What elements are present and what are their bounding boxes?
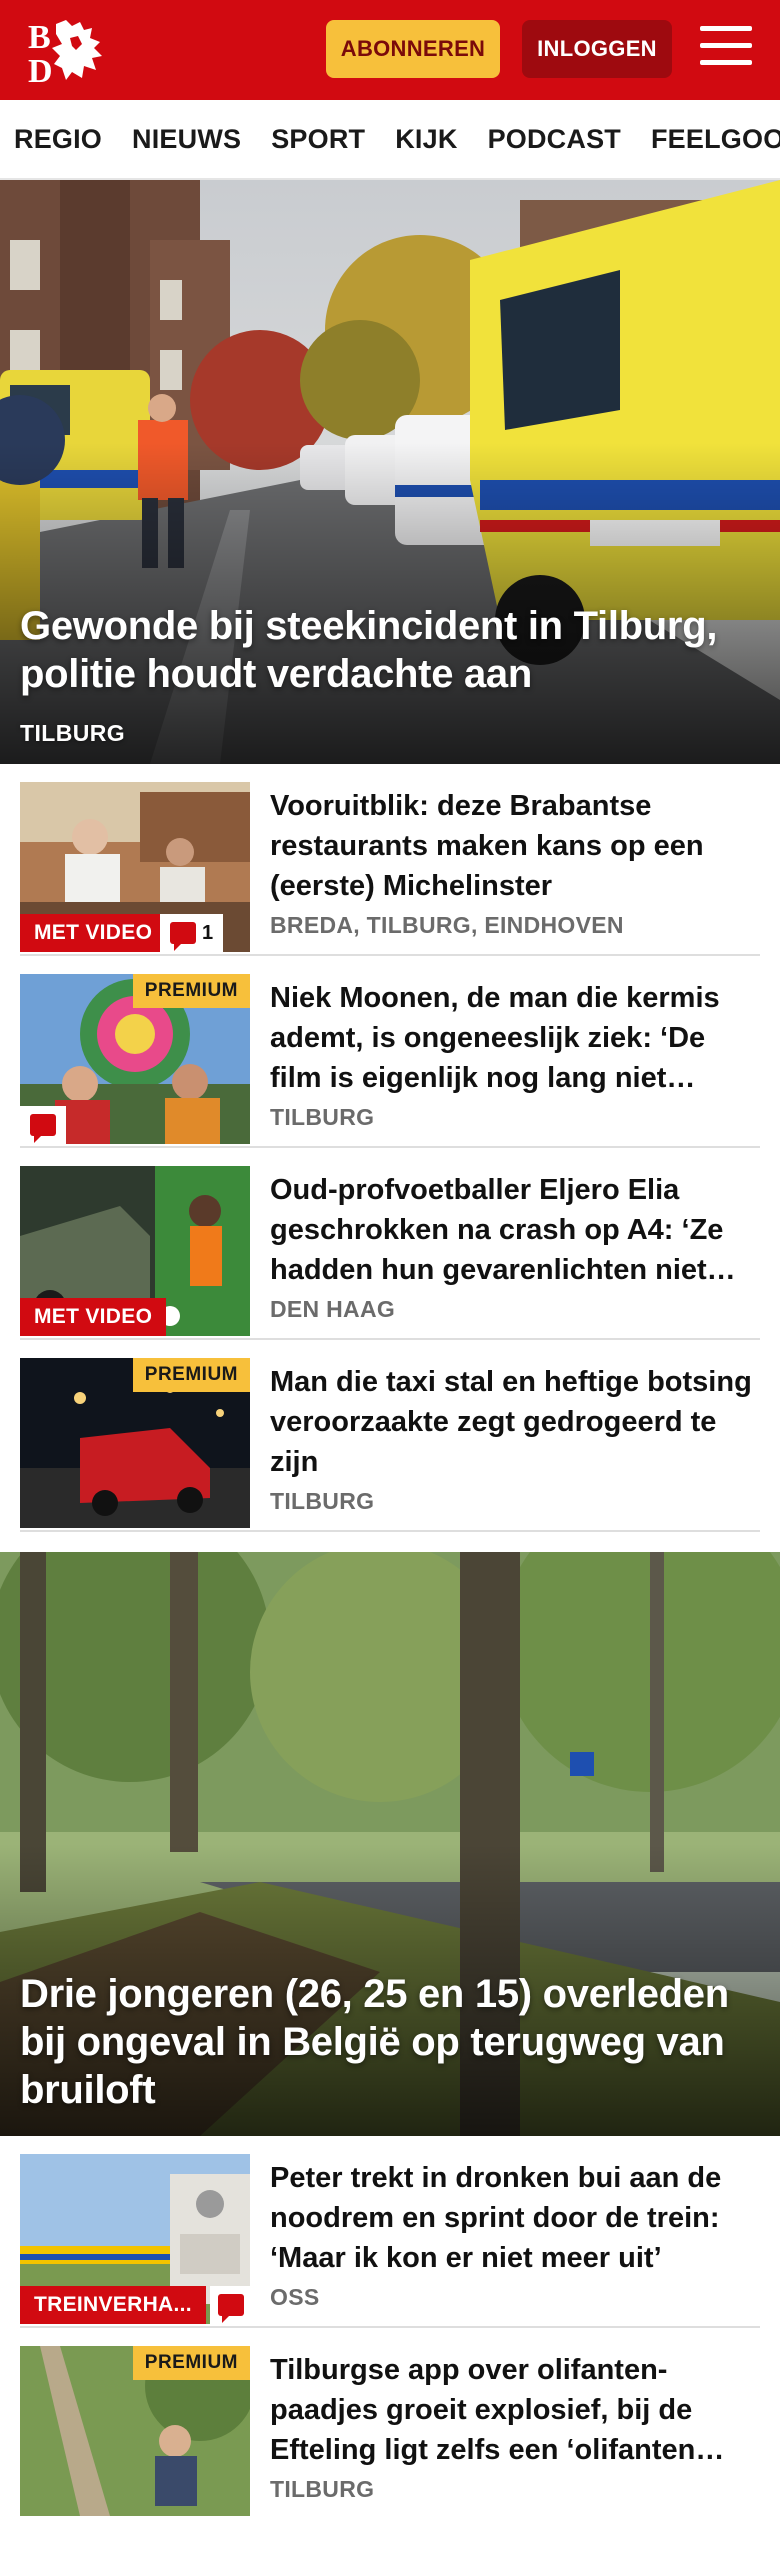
comment-badge[interactable] — [210, 2286, 250, 2324]
bd-logo[interactable]: B D — [26, 16, 116, 90]
video-badge: MET VIDEO — [20, 914, 167, 952]
premium-badge: PREMIUM — [132, 2346, 250, 2380]
category-tag-badge: TREINVERHA... — [20, 2286, 206, 2324]
article-thumbnail: TREINVERHA... — [20, 2154, 250, 2324]
nav-item-nieuws[interactable]: NIEUWS — [132, 124, 241, 155]
article-location: TILBURG — [270, 1104, 375, 1130]
top-bar: B D ABONNEREN INLOGGEN — [0, 0, 780, 100]
nav-item-kijk[interactable]: KIJK — [395, 124, 457, 155]
nav-item-regio[interactable]: REGIO — [14, 124, 102, 155]
article-row[interactable]: MET VIDEO 1 Vooruitblik: deze Brabantse … — [20, 764, 760, 956]
comment-icon — [218, 2294, 244, 2323]
article-title[interactable]: Man die taxi stal en heftige botsing ver… — [270, 1362, 760, 1482]
subscribe-button[interactable]: ABONNEREN — [326, 20, 500, 78]
premium-badge: PREMIUM — [132, 1358, 250, 1392]
hero-article-ongeval-belgie[interactable]: Drie jongeren (26, 25 en 15) overleden b… — [0, 1552, 780, 2136]
comment-count-badge[interactable]: 1 — [160, 914, 224, 952]
article-thumbnail: PREMIUM — [20, 974, 250, 1144]
article-location: OSS — [270, 2284, 320, 2310]
comment-badge[interactable] — [20, 1106, 66, 1144]
article-location: TILBURG — [270, 2476, 375, 2502]
article-title[interactable]: Vooruitblik: deze Brabantse restaurants … — [270, 786, 760, 906]
svg-text:D: D — [28, 53, 53, 86]
login-button[interactable]: INLOGGEN — [522, 20, 672, 78]
article-location: DEN HAAG — [270, 1296, 396, 1322]
section-nav: REGIO NIEUWS SPORT KIJK PODCAST FEELGOOD — [0, 100, 780, 180]
article-title[interactable]: Tilburgse app over olifanten-paadjes gro… — [270, 2350, 760, 2470]
article-title[interactable]: Oud-profvoetballer Eljero Elia geschrokk… — [270, 1170, 760, 1290]
article-row[interactable]: TREINVERHA... Peter trekt in dronken bui… — [20, 2136, 760, 2328]
article-row[interactable]: PREMIUM Niek Moonen, de man die kermis a… — [20, 956, 760, 1148]
comment-icon — [170, 922, 196, 951]
article-thumbnail: MET VIDEO — [20, 1166, 250, 1336]
article-row[interactable]: PREMIUM Tilburgse app over olifanten-paa… — [20, 2328, 760, 2520]
nav-item-podcast[interactable]: PODCAST — [488, 124, 621, 155]
svg-text:B: B — [28, 19, 51, 56]
video-badge: MET VIDEO — [20, 1298, 167, 1336]
article-row[interactable]: MET VIDEO Oud-profvoetballer Eljero Elia… — [20, 1148, 760, 1340]
article-title[interactable]: Niek Moonen, de man die kermis ademt, is… — [270, 978, 760, 1098]
comment-icon — [30, 1114, 56, 1143]
hero-title[interactable]: Gewonde bij steekincident in Tilburg, po… — [20, 602, 756, 698]
premium-badge: PREMIUM — [132, 974, 250, 1008]
nav-item-sport[interactable]: SPORT — [271, 124, 365, 155]
nav-item-feelgood[interactable]: FEELGOOD — [651, 124, 780, 155]
article-location: TILBURG — [270, 1488, 375, 1514]
hero-article-steekincident[interactable]: Gewonde bij steekincident in Tilburg, po… — [0, 180, 780, 764]
hero-location: TILBURG — [20, 720, 126, 746]
article-location: BREDA, TILBURG, EINDHOVEN — [270, 912, 624, 938]
hero-title[interactable]: Drie jongeren (26, 25 en 15) overleden b… — [20, 1970, 756, 2114]
hamburger-menu-icon[interactable] — [700, 26, 752, 72]
article-row[interactable]: PREMIUM Man die taxi stal en heftige bot… — [20, 1340, 760, 1532]
article-thumbnail: PREMIUM — [20, 2346, 250, 2516]
comment-count: 1 — [202, 921, 214, 944]
article-thumbnail: MET VIDEO 1 — [20, 782, 250, 952]
article-title[interactable]: Peter trekt in dronken bui aan de noodre… — [270, 2158, 760, 2278]
article-thumbnail: PREMIUM — [20, 1358, 250, 1528]
